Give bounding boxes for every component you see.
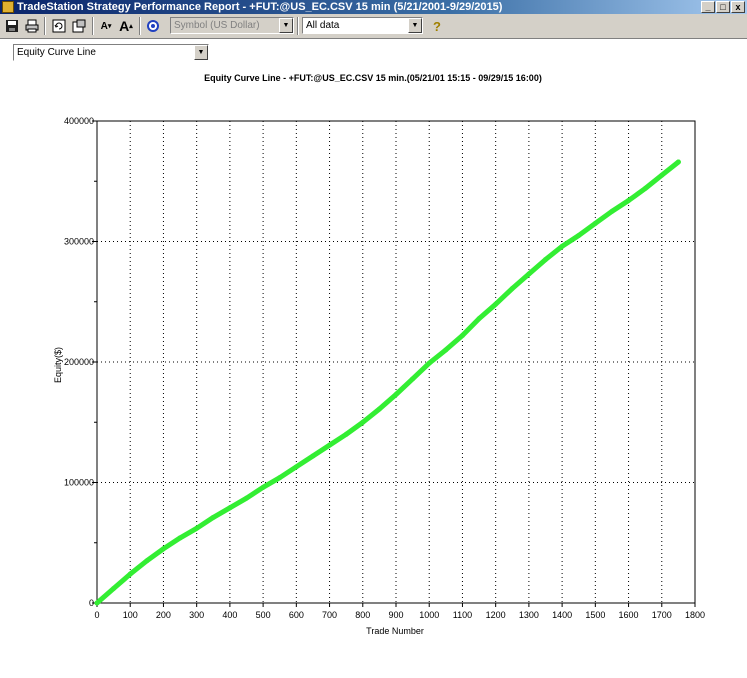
maximize-button[interactable]: □ bbox=[716, 1, 730, 13]
toolbar-separator bbox=[44, 17, 46, 35]
equity-chart: Equity Curve Line - +FUT:@US_EC.CSV 15 m… bbox=[53, 73, 705, 636]
font-smaller-label: A bbox=[100, 20, 108, 32]
data-range-select-value: All data bbox=[306, 20, 340, 31]
equity-point bbox=[592, 220, 598, 226]
y-tick-label: 300000 bbox=[64, 237, 94, 247]
font-smaller-button[interactable]: A ▾ bbox=[97, 17, 115, 35]
equity-point bbox=[260, 484, 266, 490]
x-tick-label: 1600 bbox=[619, 610, 639, 620]
data-range-select[interactable]: All data ▼ bbox=[302, 17, 423, 34]
equity-point bbox=[410, 376, 416, 382]
x-tick-label: 900 bbox=[388, 610, 403, 620]
equity-point bbox=[659, 172, 665, 178]
equity-point bbox=[244, 495, 249, 501]
equity-point bbox=[459, 332, 465, 338]
toolbar-separator bbox=[92, 17, 94, 35]
refresh-icon[interactable] bbox=[50, 17, 68, 35]
x-tick-label: 1300 bbox=[519, 610, 539, 620]
app-icon bbox=[2, 1, 14, 13]
x-tick-label: 1200 bbox=[486, 610, 506, 620]
equity-point bbox=[493, 301, 499, 307]
equity-point bbox=[310, 453, 316, 459]
x-tick-label: 400 bbox=[222, 610, 237, 620]
equity-point bbox=[642, 185, 648, 191]
equity-point bbox=[127, 571, 133, 577]
x-tick-label: 100 bbox=[123, 610, 138, 620]
equity-point bbox=[111, 586, 117, 592]
x-tick-label: 500 bbox=[256, 610, 271, 620]
equity-point bbox=[576, 232, 582, 238]
x-tick-label: 1400 bbox=[552, 610, 572, 620]
equity-point bbox=[543, 257, 548, 263]
chevron-down-icon[interactable]: ▼ bbox=[408, 18, 422, 33]
close-button[interactable]: x bbox=[731, 1, 745, 13]
x-tick-label: 1700 bbox=[652, 610, 672, 620]
help-button[interactable]: ? bbox=[428, 17, 446, 35]
toolbar-separator bbox=[139, 17, 141, 35]
equity-point bbox=[177, 535, 183, 541]
y-tick-label: 0 bbox=[89, 598, 94, 608]
currency-select-value: Symbol (US Dollar) bbox=[174, 20, 260, 31]
x-axis-label: Trade Number bbox=[366, 626, 424, 636]
equity-point bbox=[160, 546, 166, 552]
equity-point bbox=[327, 442, 333, 448]
equity-curve-line bbox=[94, 159, 681, 606]
window-titlebar: TradeStation Strategy Performance Report… bbox=[0, 0, 747, 14]
toolbar-separator bbox=[297, 17, 299, 35]
export-icon[interactable] bbox=[70, 17, 88, 35]
equity-point bbox=[675, 159, 681, 165]
help-label: ? bbox=[433, 18, 441, 34]
chevron-down-icon[interactable]: ▼ bbox=[279, 18, 293, 33]
x-tick-label: 1100 bbox=[453, 610, 472, 620]
equity-point bbox=[343, 431, 349, 437]
chart-title: Equity Curve Line - +FUT:@US_EC.CSV 15 m… bbox=[204, 73, 542, 83]
x-tick-label: 800 bbox=[355, 610, 370, 620]
toolbar: A ▾ A ▴ Symbol (US Dollar) ▼ All data ▼ ? bbox=[0, 14, 747, 39]
currency-select[interactable]: Symbol (US Dollar) ▼ bbox=[170, 17, 294, 34]
equity-point bbox=[526, 271, 532, 277]
x-tick-label: 1000 bbox=[419, 610, 439, 620]
x-tick-label: 300 bbox=[189, 610, 204, 620]
x-tick-label: 200 bbox=[156, 610, 171, 620]
y-tick-label: 100000 bbox=[64, 478, 94, 488]
equity-point bbox=[277, 475, 283, 481]
equity-point bbox=[426, 360, 432, 366]
save-icon[interactable] bbox=[3, 17, 21, 35]
equity-point bbox=[194, 525, 200, 531]
report-panel: Equity Curve Line ▼ Equity Curve Line - … bbox=[0, 39, 747, 678]
equity-point bbox=[94, 600, 100, 606]
y-tick-label: 200000 bbox=[64, 357, 94, 367]
x-tick-label: 0 bbox=[94, 610, 99, 620]
x-tick-label: 1800 bbox=[685, 610, 705, 620]
equity-point bbox=[609, 208, 615, 214]
equity-point bbox=[509, 285, 515, 291]
font-larger-button[interactable]: A ▴ bbox=[117, 17, 135, 35]
y-tick-label: 400000 bbox=[64, 116, 94, 126]
target-icon[interactable] bbox=[144, 17, 162, 35]
equity-point bbox=[227, 505, 233, 511]
equity-point bbox=[443, 347, 449, 353]
font-larger-label: A bbox=[119, 18, 130, 34]
x-tick-label: 600 bbox=[289, 610, 304, 620]
equity-point bbox=[393, 392, 399, 398]
equity-point bbox=[626, 198, 632, 204]
minimize-button[interactable]: _ bbox=[701, 1, 715, 13]
equity-point bbox=[360, 419, 366, 425]
equity-point bbox=[559, 243, 565, 249]
x-tick-label: 1500 bbox=[585, 610, 605, 620]
window-title: TradeStation Strategy Performance Report… bbox=[17, 1, 503, 13]
equity-point bbox=[144, 558, 150, 564]
x-tick-label: 700 bbox=[322, 610, 337, 620]
print-icon[interactable] bbox=[23, 17, 41, 35]
equity-point bbox=[210, 514, 216, 520]
equity-point bbox=[376, 406, 382, 412]
y-axis-label: Equity($) bbox=[53, 347, 63, 383]
equity-point bbox=[293, 464, 299, 470]
equity-point bbox=[476, 316, 482, 322]
